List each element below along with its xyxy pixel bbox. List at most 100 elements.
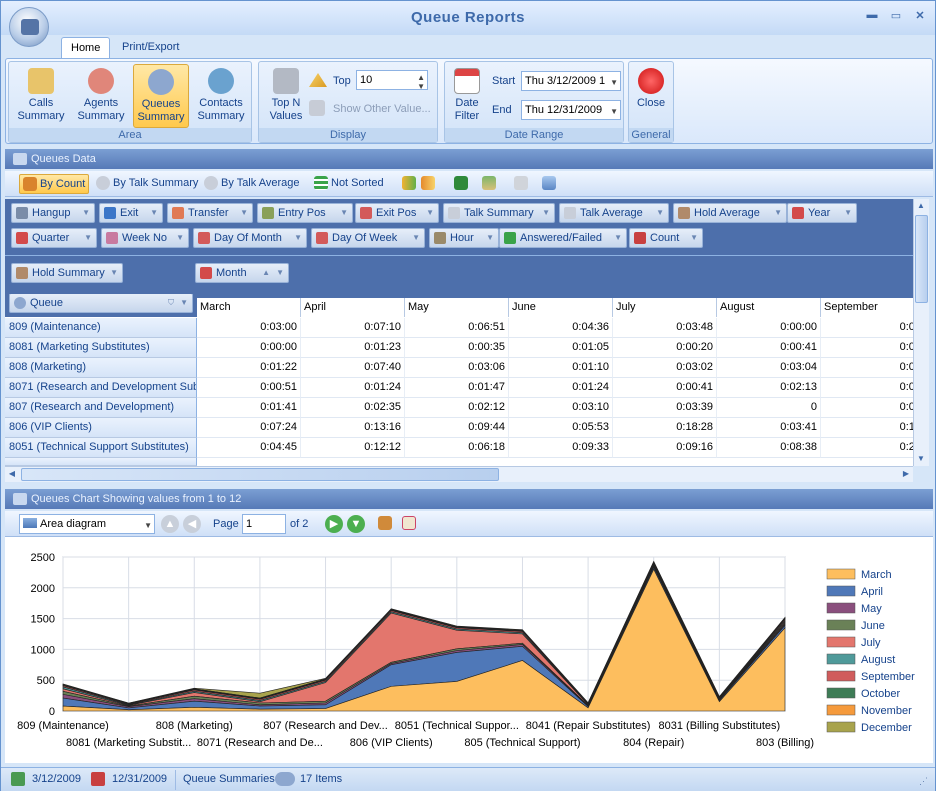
- close-window-button[interactable]: ✕: [911, 9, 929, 23]
- end-date-dropdown-icon[interactable]: ▼: [610, 103, 618, 119]
- agents-summary-button[interactable]: Agents Summary: [73, 64, 129, 128]
- scroll-right-icon[interactable]: ▶: [899, 467, 913, 481]
- sort-bars-button[interactable]: [399, 174, 443, 194]
- print-chart-button[interactable]: [399, 514, 419, 534]
- close-button[interactable]: Close: [631, 64, 671, 128]
- vertical-scroll-thumb[interactable]: [915, 215, 928, 303]
- diagram-type-select[interactable]: Area diagram ▼: [19, 514, 155, 534]
- queue-row-field[interactable]: Queue ⛉ ▼: [9, 294, 193, 313]
- chevron-down-icon[interactable]: ▼: [656, 204, 664, 222]
- chevron-down-icon[interactable]: ▼: [412, 229, 420, 247]
- sort-ascending-icon[interactable]: ▲: [262, 264, 270, 282]
- chevron-down-icon[interactable]: ▼: [276, 264, 284, 282]
- chart-view-button[interactable]: [539, 174, 561, 194]
- last-page-button[interactable]: ▼: [347, 515, 365, 533]
- excel-export-button[interactable]: [451, 174, 473, 194]
- maximize-button[interactable]: ▭: [887, 9, 905, 23]
- horizontal-scrollbar[interactable]: ◀ ▶: [5, 466, 913, 482]
- row-header[interactable]: 809 (Maintenance): [5, 318, 197, 338]
- page-number-input[interactable]: 1: [242, 514, 286, 534]
- vertical-scrollbar[interactable]: ▲ ▼: [913, 199, 929, 466]
- tab-print-export[interactable]: Print/Export: [113, 37, 188, 59]
- field-chip-exit[interactable]: Exit ▼: [99, 203, 163, 223]
- queues-summary-button[interactable]: Queues Summary: [133, 64, 189, 128]
- resize-grip-icon[interactable]: ⋰: [919, 776, 928, 787]
- end-date-picker[interactable]: Thu 12/31/2009 ▼: [521, 100, 621, 120]
- field-chip-talk-average[interactable]: Talk Average ▼: [559, 203, 669, 223]
- application-menu-button[interactable]: [9, 7, 49, 47]
- chevron-down-icon[interactable]: ▼: [340, 204, 348, 222]
- show-other-value-button[interactable]: Show Other Value...: [333, 103, 431, 115]
- previous-page-button[interactable]: ◀: [183, 515, 201, 533]
- chevron-down-icon[interactable]: ▼: [774, 204, 782, 222]
- data-field-hold-summary[interactable]: Hold Summary ▼: [11, 263, 123, 283]
- by-talk-summary-button[interactable]: By Talk Summary: [93, 174, 198, 194]
- chevron-down-icon[interactable]: ▼: [84, 229, 92, 247]
- chevron-down-icon[interactable]: ▼: [542, 204, 550, 222]
- row-header[interactable]: 8081 (Marketing Substitutes): [5, 338, 197, 358]
- chevron-down-icon[interactable]: ▼: [144, 517, 152, 535]
- field-chip-answered-failed[interactable]: Answered/Failed ▼: [499, 228, 627, 248]
- contacts-summary-button[interactable]: Contacts Summary: [193, 64, 249, 128]
- field-chip-week-no[interactable]: Week No ▼: [101, 228, 189, 248]
- layout-button[interactable]: [479, 174, 501, 194]
- field-chip-talk-summary[interactable]: Talk Summary ▼: [443, 203, 555, 223]
- chevron-down-icon[interactable]: ▼: [82, 204, 90, 222]
- row-header[interactable]: 808 (Marketing): [5, 358, 197, 378]
- tab-home[interactable]: Home: [61, 37, 111, 59]
- start-date-dropdown-icon[interactable]: ▼: [610, 74, 618, 90]
- first-page-button[interactable]: ▲: [161, 515, 179, 533]
- chevron-down-icon[interactable]: ▼: [110, 264, 118, 282]
- horizontal-scroll-thumb[interactable]: [21, 468, 499, 481]
- export-chart-button[interactable]: [375, 514, 395, 534]
- column-header-april[interactable]: April: [301, 298, 405, 317]
- chevron-down-icon[interactable]: ▼: [294, 229, 302, 247]
- field-chip-day-of-month[interactable]: Day Of Month ▼: [193, 228, 307, 248]
- row-header[interactable]: 807 (Research and Development): [5, 398, 197, 418]
- not-sorted-button[interactable]: Not Sorted: [311, 174, 384, 194]
- column-field-month[interactable]: Month ▲ ▼: [195, 263, 289, 283]
- by-talk-average-button[interactable]: By Talk Average: [201, 174, 299, 194]
- column-header-may[interactable]: May: [405, 298, 509, 317]
- by-count-button[interactable]: By Count: [19, 174, 90, 194]
- scroll-up-icon[interactable]: ▲: [914, 199, 928, 213]
- start-date-picker[interactable]: Thu 3/12/2009 1 ▼: [521, 71, 621, 91]
- scroll-down-icon[interactable]: ▼: [914, 452, 928, 466]
- scroll-left-icon[interactable]: ◀: [5, 467, 19, 481]
- field-chip-transfer[interactable]: Transfer ▼: [167, 203, 253, 223]
- row-header[interactable]: 8051 (Technical Support Substitutes): [5, 438, 197, 458]
- field-chip-exit-pos[interactable]: Exit Pos ▼: [355, 203, 439, 223]
- chevron-down-icon[interactable]: ▼: [690, 229, 698, 247]
- chevron-down-icon[interactable]: ▼: [176, 229, 184, 247]
- column-header-june[interactable]: June: [509, 298, 613, 317]
- row-header[interactable]: 8071 (Research and Development Sub: [5, 378, 197, 398]
- chevron-down-icon[interactable]: ▼: [150, 204, 158, 222]
- minimize-button[interactable]: ▬: [863, 9, 881, 23]
- field-chip-hold-average[interactable]: Hold Average ▼: [673, 203, 787, 223]
- spin-down-icon[interactable]: ▼: [417, 78, 425, 96]
- chevron-down-icon[interactable]: ▼: [180, 294, 188, 312]
- column-header-september[interactable]: September: [821, 298, 913, 317]
- chevron-down-icon[interactable]: ▼: [844, 204, 852, 222]
- next-page-button[interactable]: ▶: [325, 515, 343, 533]
- row-header[interactable]: 806 (VIP Clients): [5, 418, 197, 438]
- field-chip-count[interactable]: Count ▼: [629, 228, 703, 248]
- chevron-down-icon[interactable]: ▼: [614, 229, 622, 247]
- field-chip-hour[interactable]: Hour ▼: [429, 228, 499, 248]
- filter-icon[interactable]: ⛉: [168, 294, 174, 312]
- field-chip-year[interactable]: Year ▼: [787, 203, 857, 223]
- chevron-down-icon[interactable]: ▼: [240, 204, 248, 222]
- column-header-july[interactable]: July: [613, 298, 717, 317]
- calls-summary-button[interactable]: Calls Summary: [13, 64, 69, 128]
- column-header-march[interactable]: March: [197, 298, 301, 317]
- field-chip-hangup[interactable]: Hangup ▼: [11, 203, 95, 223]
- field-chip-day-of-week[interactable]: Day Of Week ▼: [311, 228, 425, 248]
- top-n-values-button[interactable]: Top N Values: [261, 64, 311, 128]
- date-filter-button[interactable]: Date Filter: [447, 64, 487, 128]
- field-chip-quarter[interactable]: Quarter ▼: [11, 228, 97, 248]
- list-button[interactable]: [511, 174, 533, 194]
- chevron-down-icon[interactable]: ▼: [486, 229, 494, 247]
- column-header-august[interactable]: August: [717, 298, 821, 317]
- field-chip-entry-pos[interactable]: Entry Pos ▼: [257, 203, 353, 223]
- top-count-input[interactable]: 10 ▲ ▼: [356, 70, 428, 91]
